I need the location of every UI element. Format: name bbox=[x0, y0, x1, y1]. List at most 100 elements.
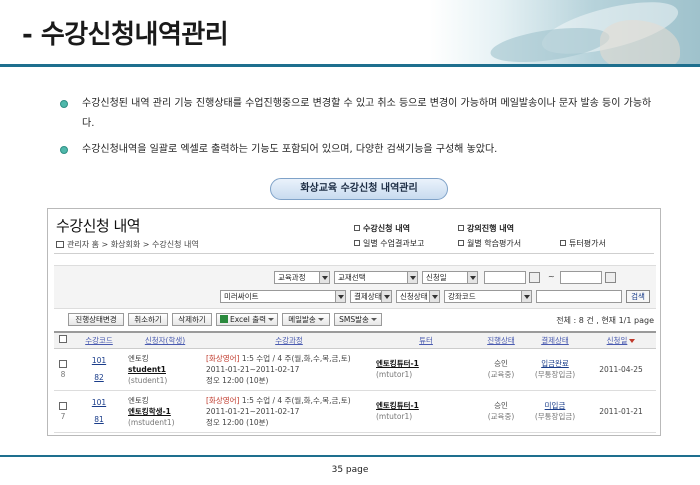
submenu: 수강신청 내역 강의진행 내역 일별 수업결과보고 월별 학습평가서 튜터평가서 bbox=[350, 209, 660, 249]
chevron-down-icon bbox=[268, 318, 275, 321]
folder-icon bbox=[56, 241, 64, 248]
row-number: 8 bbox=[60, 369, 66, 379]
chevron-down-icon bbox=[429, 291, 439, 302]
payment-status-select[interactable]: 결제상태 bbox=[350, 290, 392, 303]
mail-send-button[interactable]: 메일발송 bbox=[282, 313, 330, 326]
column-header[interactable]: 수강과정 bbox=[204, 331, 374, 349]
sort-desc-icon bbox=[629, 338, 636, 343]
search-button[interactable]: 검색 bbox=[626, 290, 650, 303]
chevron-down-icon bbox=[521, 291, 531, 302]
page-number: 35 page bbox=[331, 465, 369, 475]
row-select-cell: 7 bbox=[54, 390, 72, 433]
slide-title: - 수강신청내역관리 bbox=[22, 20, 229, 50]
admin-screenshot-panel: 수강신청 내역 관리자 홈 > 화상회화 > 수강신청 내역 수강신청 내역 강… bbox=[47, 208, 661, 436]
menu-bullet-icon bbox=[560, 240, 566, 246]
divider bbox=[54, 253, 654, 254]
payment-status-link[interactable]: 입금완료 bbox=[526, 358, 584, 369]
sms-send-button[interactable]: SMS발송 bbox=[334, 313, 382, 326]
column-header[interactable]: 신청자(학생) bbox=[126, 331, 204, 349]
search-form: 교육과정 교재선택 신청일 ~ 미러싸이트 결제상태 신청상태 강좌코드 검색 bbox=[54, 265, 656, 309]
bullet-dot-icon bbox=[60, 100, 68, 108]
bullet-item: 수강신청내역을 일괄로 엑셀로 출력하는 기능도 포함되어 있으며, 다양한 검… bbox=[60, 140, 660, 160]
course-select[interactable]: 교육과정 bbox=[274, 271, 330, 284]
delete-button[interactable]: 삭제하기 bbox=[172, 313, 212, 326]
menu-item-apply-history[interactable]: 수강신청 내역 bbox=[354, 223, 410, 234]
apply-history-table: 수강코드 신청자(학생) 수강과정 튜터 진행상태 결제상태 신청일 8 101… bbox=[54, 331, 656, 433]
payment-cell: 입금완료 (무통장입금) bbox=[524, 348, 586, 391]
chevron-down-icon bbox=[370, 318, 377, 321]
date-from-input[interactable] bbox=[484, 271, 526, 284]
course-cell: [화상영어] 1:5 수업 / 4 주(월,화,수,목,금,토) 2011-01… bbox=[204, 348, 374, 391]
column-header[interactable]: 결제상태 bbox=[524, 331, 586, 349]
chevron-down-icon bbox=[467, 272, 477, 283]
applicant-name-link[interactable]: student1 bbox=[128, 364, 202, 375]
menu-bullet-icon bbox=[354, 225, 360, 231]
apply-status-select[interactable]: 신청상태 bbox=[396, 290, 440, 303]
cancel-button[interactable]: 취소하기 bbox=[128, 313, 168, 326]
column-header[interactable]: 진행상태 bbox=[478, 331, 524, 349]
code-cell: 101 82 bbox=[72, 348, 126, 391]
select-all-checkbox[interactable] bbox=[59, 335, 67, 344]
material-select[interactable]: 교재선택 bbox=[334, 271, 418, 284]
code-select[interactable]: 강좌코드 bbox=[444, 290, 532, 303]
tutor-name-link[interactable]: 엔토킹튜터-1 bbox=[376, 358, 476, 369]
select-all-header bbox=[54, 331, 72, 349]
tutor-name-link[interactable]: 엔토킹튜터-1 bbox=[376, 400, 476, 411]
section-caption: 화상교육 수강신청 내역관리 bbox=[270, 178, 448, 200]
progress-cell: 승인 (교육중) bbox=[478, 390, 524, 433]
menu-bullet-icon bbox=[458, 225, 464, 231]
progress-cell: 승인 (교육중) bbox=[478, 348, 524, 391]
date-cell: 2011-01-21 bbox=[586, 390, 656, 433]
date-to-input[interactable] bbox=[560, 271, 602, 284]
row-number: 7 bbox=[60, 411, 66, 421]
footer-divider bbox=[0, 455, 700, 457]
tutor-cell: 엔토킹튜터-1 (mtutor1) bbox=[374, 348, 478, 391]
apply-code-link[interactable]: 82 bbox=[74, 372, 124, 383]
date-type-select[interactable]: 신청일 bbox=[422, 271, 478, 284]
breadcrumb-text: 관리자 홈 > 화상회화 > 수강신청 내역 bbox=[67, 240, 199, 249]
payment-status-link[interactable]: 미입금 bbox=[526, 400, 584, 411]
chevron-down-icon bbox=[317, 318, 324, 321]
code-cell: 101 81 bbox=[72, 390, 126, 433]
menu-item-daily-report[interactable]: 일별 수업결과보고 bbox=[354, 238, 424, 249]
table-row: 7 101 81 엔토킹 엔토킹학생-1 (mstudent1) [화상영어] … bbox=[54, 390, 656, 433]
course-code-link[interactable]: 101 bbox=[74, 355, 124, 366]
tutor-cell: 엔토킹튜터-1 (mtutor1) bbox=[374, 390, 478, 433]
menu-item-lecture-history[interactable]: 강의진행 내역 bbox=[458, 223, 514, 234]
date-separator: ~ bbox=[548, 272, 555, 281]
keyword-input[interactable] bbox=[536, 290, 622, 303]
chevron-down-icon bbox=[407, 272, 417, 283]
menu-bullet-icon bbox=[458, 240, 464, 246]
breadcrumb: 관리자 홈 > 화상회화 > 수강신청 내역 bbox=[56, 239, 199, 250]
status-change-button[interactable]: 진행상태변경 bbox=[68, 313, 124, 326]
chevron-down-icon bbox=[335, 291, 345, 302]
menu-item-tutor-evaluation[interactable]: 튜터평가서 bbox=[560, 238, 606, 249]
course-code-link[interactable]: 101 bbox=[74, 397, 124, 408]
date-cell: 2011-04-25 bbox=[586, 348, 656, 391]
total-count: 전체 : 8 건 , 현재 1/1 page bbox=[556, 316, 654, 325]
bullet-text: 수강신청내역을 일괄로 엑셀로 출력하는 기능도 포함되어 있으며, 다양한 검… bbox=[82, 144, 498, 155]
excel-export-button[interactable]: Excel 출력 bbox=[216, 313, 278, 326]
apply-code-link[interactable]: 81 bbox=[74, 414, 124, 425]
row-checkbox[interactable] bbox=[59, 359, 67, 368]
bullet-item: 수강신청된 내역 관리 기능 진행상태를 수업진행중으로 변경할 수 있고 취소… bbox=[60, 94, 660, 134]
table-row: 8 101 82 엔토킹 student1 (student1) [화상영어] … bbox=[54, 348, 656, 391]
column-header-date[interactable]: 신청일 bbox=[586, 331, 656, 349]
applicant-cell: 엔토킹 엔토킹학생-1 (mstudent1) bbox=[126, 390, 204, 433]
menu-item-monthly-evaluation[interactable]: 월별 학습평가서 bbox=[458, 238, 521, 249]
bullet-dot-icon bbox=[60, 146, 68, 154]
bullet-list: 수강신청된 내역 관리 기능 진행상태를 수업진행중으로 변경할 수 있고 취소… bbox=[60, 94, 660, 166]
site-select[interactable]: 미러싸이트 bbox=[220, 290, 346, 303]
row-checkbox[interactable] bbox=[59, 401, 67, 410]
header-decorative-image bbox=[430, 0, 700, 66]
chevron-down-icon bbox=[319, 272, 329, 283]
calendar-icon[interactable] bbox=[605, 272, 616, 283]
course-cell: [화상영어] 1:5 수업 / 4 주(월,화,수,목,금,토) 2011-01… bbox=[204, 390, 374, 433]
payment-cell: 미입금 (무통장입금) bbox=[524, 390, 586, 433]
applicant-name-link[interactable]: 엔토킹학생-1 bbox=[128, 406, 202, 417]
panel-title: 수강신청 내역 bbox=[56, 217, 141, 235]
header-divider bbox=[0, 64, 700, 67]
calendar-icon[interactable] bbox=[529, 272, 540, 283]
column-header[interactable]: 수강코드 bbox=[72, 331, 126, 349]
column-header[interactable]: 튜터 bbox=[374, 331, 478, 349]
